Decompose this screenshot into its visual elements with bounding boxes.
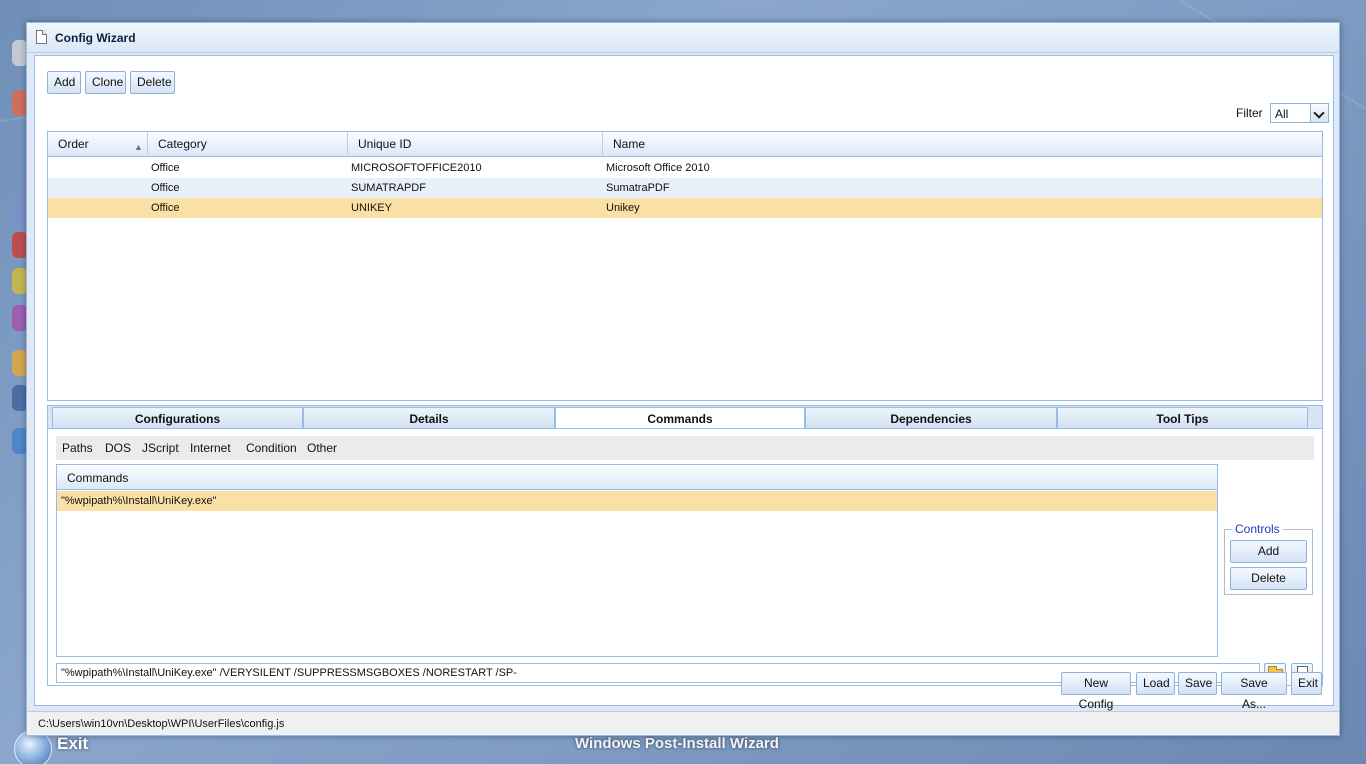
column-header-unique-id[interactable]: Unique ID <box>348 132 603 157</box>
cell-unique-id: UNIKEY <box>351 202 392 214</box>
commands-column-label: Commands <box>67 471 129 485</box>
new-config-button[interactable]: New Config <box>1061 672 1131 711</box>
table-row[interactable]: Office SUMATRAPDF SumatraPDF <box>48 178 1322 198</box>
column-header-category[interactable]: Category <box>148 132 348 157</box>
column-header-name[interactable]: Name <box>603 132 1322 157</box>
clone-button[interactable]: Clone <box>85 71 126 94</box>
desktop-exit-label[interactable]: Exit <box>57 734 88 754</box>
chevron-down-icon[interactable] <box>1310 104 1328 122</box>
tab-dependencies[interactable]: Dependencies <box>805 407 1057 430</box>
subtab-dos[interactable]: DOS <box>105 441 131 455</box>
cell-unique-id: MICROSOFTOFFICE2010 <box>351 162 482 174</box>
table-row-selected[interactable]: Office UNIKEY Unikey <box>48 198 1322 218</box>
desktop-app-title: Windows Post-Install Wizard <box>575 735 779 752</box>
commands-grid-header[interactable]: Commands <box>57 465 1217 490</box>
add-button[interactable]: Add <box>47 71 81 94</box>
tab-details[interactable]: Details <box>303 407 555 430</box>
cell-unique-id: SUMATRAPDF <box>351 182 426 194</box>
column-header-label: Order <box>58 137 89 151</box>
save-button[interactable]: Save <box>1178 672 1217 695</box>
column-header-order[interactable]: Order ▲ <box>48 132 148 157</box>
main-panel: Add Clone Delete Filter All Order ▲ Cate… <box>34 55 1334 711</box>
subtab-bar: Paths DOS JScript Internet Condition Oth… <box>56 436 1314 460</box>
controls-fieldset: Controls Add Delete <box>1224 522 1313 595</box>
status-bar: C:\Users\win10vn\Desktop\WPI\UserFiles\c… <box>27 711 1339 735</box>
commands-tab-panel: Paths DOS JScript Internet Condition Oth… <box>47 428 1323 686</box>
table-row[interactable]: Office MICROSOFTOFFICE2010 Microsoft Off… <box>48 158 1322 178</box>
tab-strip: Configurations Details Commands Dependen… <box>47 405 1323 431</box>
controls-legend: Controls <box>1232 522 1283 536</box>
cell-category: Office <box>151 162 180 174</box>
items-grid: Order ▲ Category Unique ID Name Office M… <box>47 131 1323 401</box>
filter-select[interactable]: All <box>1270 103 1329 123</box>
load-button[interactable]: Load <box>1136 672 1175 695</box>
exit-button[interactable]: Exit <box>1291 672 1322 695</box>
cell-category: Office <box>151 182 180 194</box>
title-bar[interactable]: Config Wizard <box>27 23 1339 53</box>
subtab-jscript[interactable]: JScript <box>142 441 179 455</box>
delete-button[interactable]: Delete <box>130 71 175 94</box>
grid-header: Order ▲ Category Unique ID Name <box>48 132 1322 157</box>
cell-category: Office <box>151 202 180 214</box>
subtab-other[interactable]: Other <box>307 441 337 455</box>
command-delete-button[interactable]: Delete <box>1230 567 1307 590</box>
tab-configurations[interactable]: Configurations <box>52 407 303 430</box>
tab-tool-tips[interactable]: Tool Tips <box>1057 407 1308 430</box>
sort-ascending-icon: ▲ <box>134 142 143 152</box>
document-icon <box>36 30 47 44</box>
command-add-button[interactable]: Add <box>1230 540 1307 563</box>
window-title: Config Wizard <box>55 31 136 45</box>
command-row-selected[interactable]: "%wpipath%\Install\UniKey.exe" <box>57 491 1217 511</box>
commands-grid: Commands "%wpipath%\Install\UniKey.exe" <box>56 464 1218 657</box>
config-wizard-window: Config Wizard Add Clone Delete Filter Al… <box>26 22 1340 736</box>
subtab-internet[interactable]: Internet <box>190 441 231 455</box>
subtab-paths[interactable]: Paths <box>62 441 93 455</box>
cell-name: Unikey <box>606 202 640 214</box>
cell-name: SumatraPDF <box>606 182 670 194</box>
cell-name: Microsoft Office 2010 <box>606 162 710 174</box>
filter-value: All <box>1275 107 1289 121</box>
filter-label: Filter <box>1236 106 1263 120</box>
save-as-button[interactable]: Save As... <box>1221 672 1287 711</box>
subtab-condition[interactable]: Condition <box>246 441 297 455</box>
